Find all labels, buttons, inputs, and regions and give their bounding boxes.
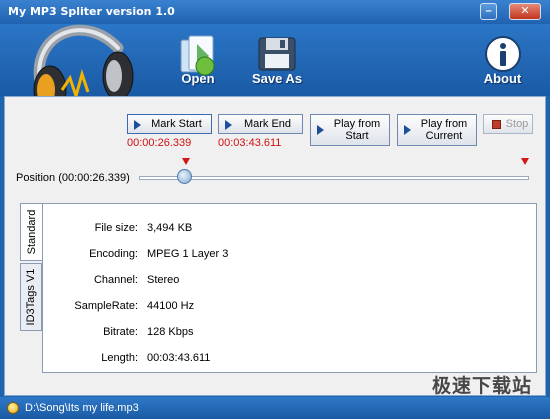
play-from-current-button[interactable]: Play from Current — [397, 114, 477, 146]
info-row-channel: Channel: Stereo — [43, 274, 538, 288]
app-window: My MP3 Spliter version 1.0 – ✕ Open Save… — [0, 0, 550, 419]
mark-end-time: 00:03:43.611 — [218, 137, 282, 149]
position-label: Position (00:00:26.339) — [16, 172, 130, 184]
mark-start-button[interactable]: Mark Start — [127, 114, 212, 134]
bitrate-value: 128 Kbps — [147, 326, 194, 338]
vertical-tabs: Standard ID3Tags V1 — [20, 203, 42, 333]
info-row-length: Length: 00:03:43.611 — [43, 352, 538, 366]
status-bar: D:\Song\Its my life.mp3 — [0, 397, 550, 419]
end-marker-icon[interactable] — [521, 158, 529, 165]
close-button[interactable]: ✕ — [509, 3, 541, 20]
encoding-label: Encoding: — [89, 248, 138, 260]
info-row-bitrate: Bitrate: 128 Kbps — [43, 326, 538, 340]
start-marker-icon[interactable] — [182, 158, 190, 165]
play-arrow-icon — [404, 125, 411, 135]
channel-value: Stereo — [147, 274, 180, 286]
save-as-button[interactable]: Save As — [245, 24, 309, 96]
file-size-value: 3,494 KB — [147, 222, 193, 234]
tab-standard[interactable]: Standard — [20, 203, 42, 261]
stop-button[interactable]: Stop — [483, 114, 533, 134]
minimize-button[interactable]: – — [480, 3, 497, 20]
info-row-file-size: File size: 3,494 KB — [43, 222, 538, 236]
position-slider-thumb[interactable] — [177, 169, 193, 184]
play-from-start-line2: Start — [345, 130, 369, 142]
play-from-start-button[interactable]: Play from Start — [310, 114, 390, 146]
tab-standard-label: Standard — [25, 209, 38, 255]
save-as-label: Save As — [251, 71, 303, 86]
length-value: 00:03:43.611 — [147, 352, 211, 364]
tab-id3tags-label: ID3Tags V1 — [25, 268, 37, 326]
play-arrow-icon — [225, 120, 232, 130]
main-panel: Mark Start Mark End Play from Start Play… — [4, 96, 546, 396]
mark-start-time: 00:00:26.339 — [127, 137, 192, 149]
file-size-label: File size: — [94, 222, 138, 234]
play-arrow-icon — [134, 120, 141, 130]
open-label: Open — [181, 71, 215, 86]
tab-id3tags-v1[interactable]: ID3Tags V1 — [20, 263, 42, 331]
status-file-path: D:\Song\Its my life.mp3 — [25, 402, 139, 414]
channel-label: Channel: — [93, 274, 138, 286]
info-row-samplerate: SampleRate: 44100 Hz — [43, 300, 538, 314]
samplerate-value: 44100 Hz — [147, 300, 195, 312]
bitrate-label: Bitrate: — [103, 326, 138, 338]
encoding-value: MPEG 1 Layer 3 — [147, 248, 229, 260]
play-arrow-icon — [317, 125, 324, 135]
info-icon — [484, 36, 521, 72]
samplerate-label: SampleRate: — [74, 300, 138, 312]
floppy-disk-icon — [258, 37, 296, 71]
about-button[interactable]: About — [475, 24, 530, 96]
music-file-icon — [7, 402, 19, 414]
mark-end-button[interactable]: Mark End — [218, 114, 303, 134]
about-label: About — [483, 71, 522, 86]
position-slider-track[interactable] — [139, 176, 529, 180]
length-label: Length: — [101, 352, 138, 364]
play-from-start-line1: Play from — [333, 118, 381, 130]
file-info-box: File size: 3,494 KB Encoding: MPEG 1 Lay… — [42, 203, 537, 373]
info-row-encoding: Encoding: MPEG 1 Layer 3 — [43, 248, 538, 262]
watermark-text: 极速下载站 — [432, 375, 533, 397]
open-button[interactable]: Open — [168, 24, 228, 96]
play-from-current-line1: Play from — [420, 118, 468, 130]
stop-square-icon — [492, 120, 501, 129]
play-from-current-line2: Current — [425, 130, 463, 142]
